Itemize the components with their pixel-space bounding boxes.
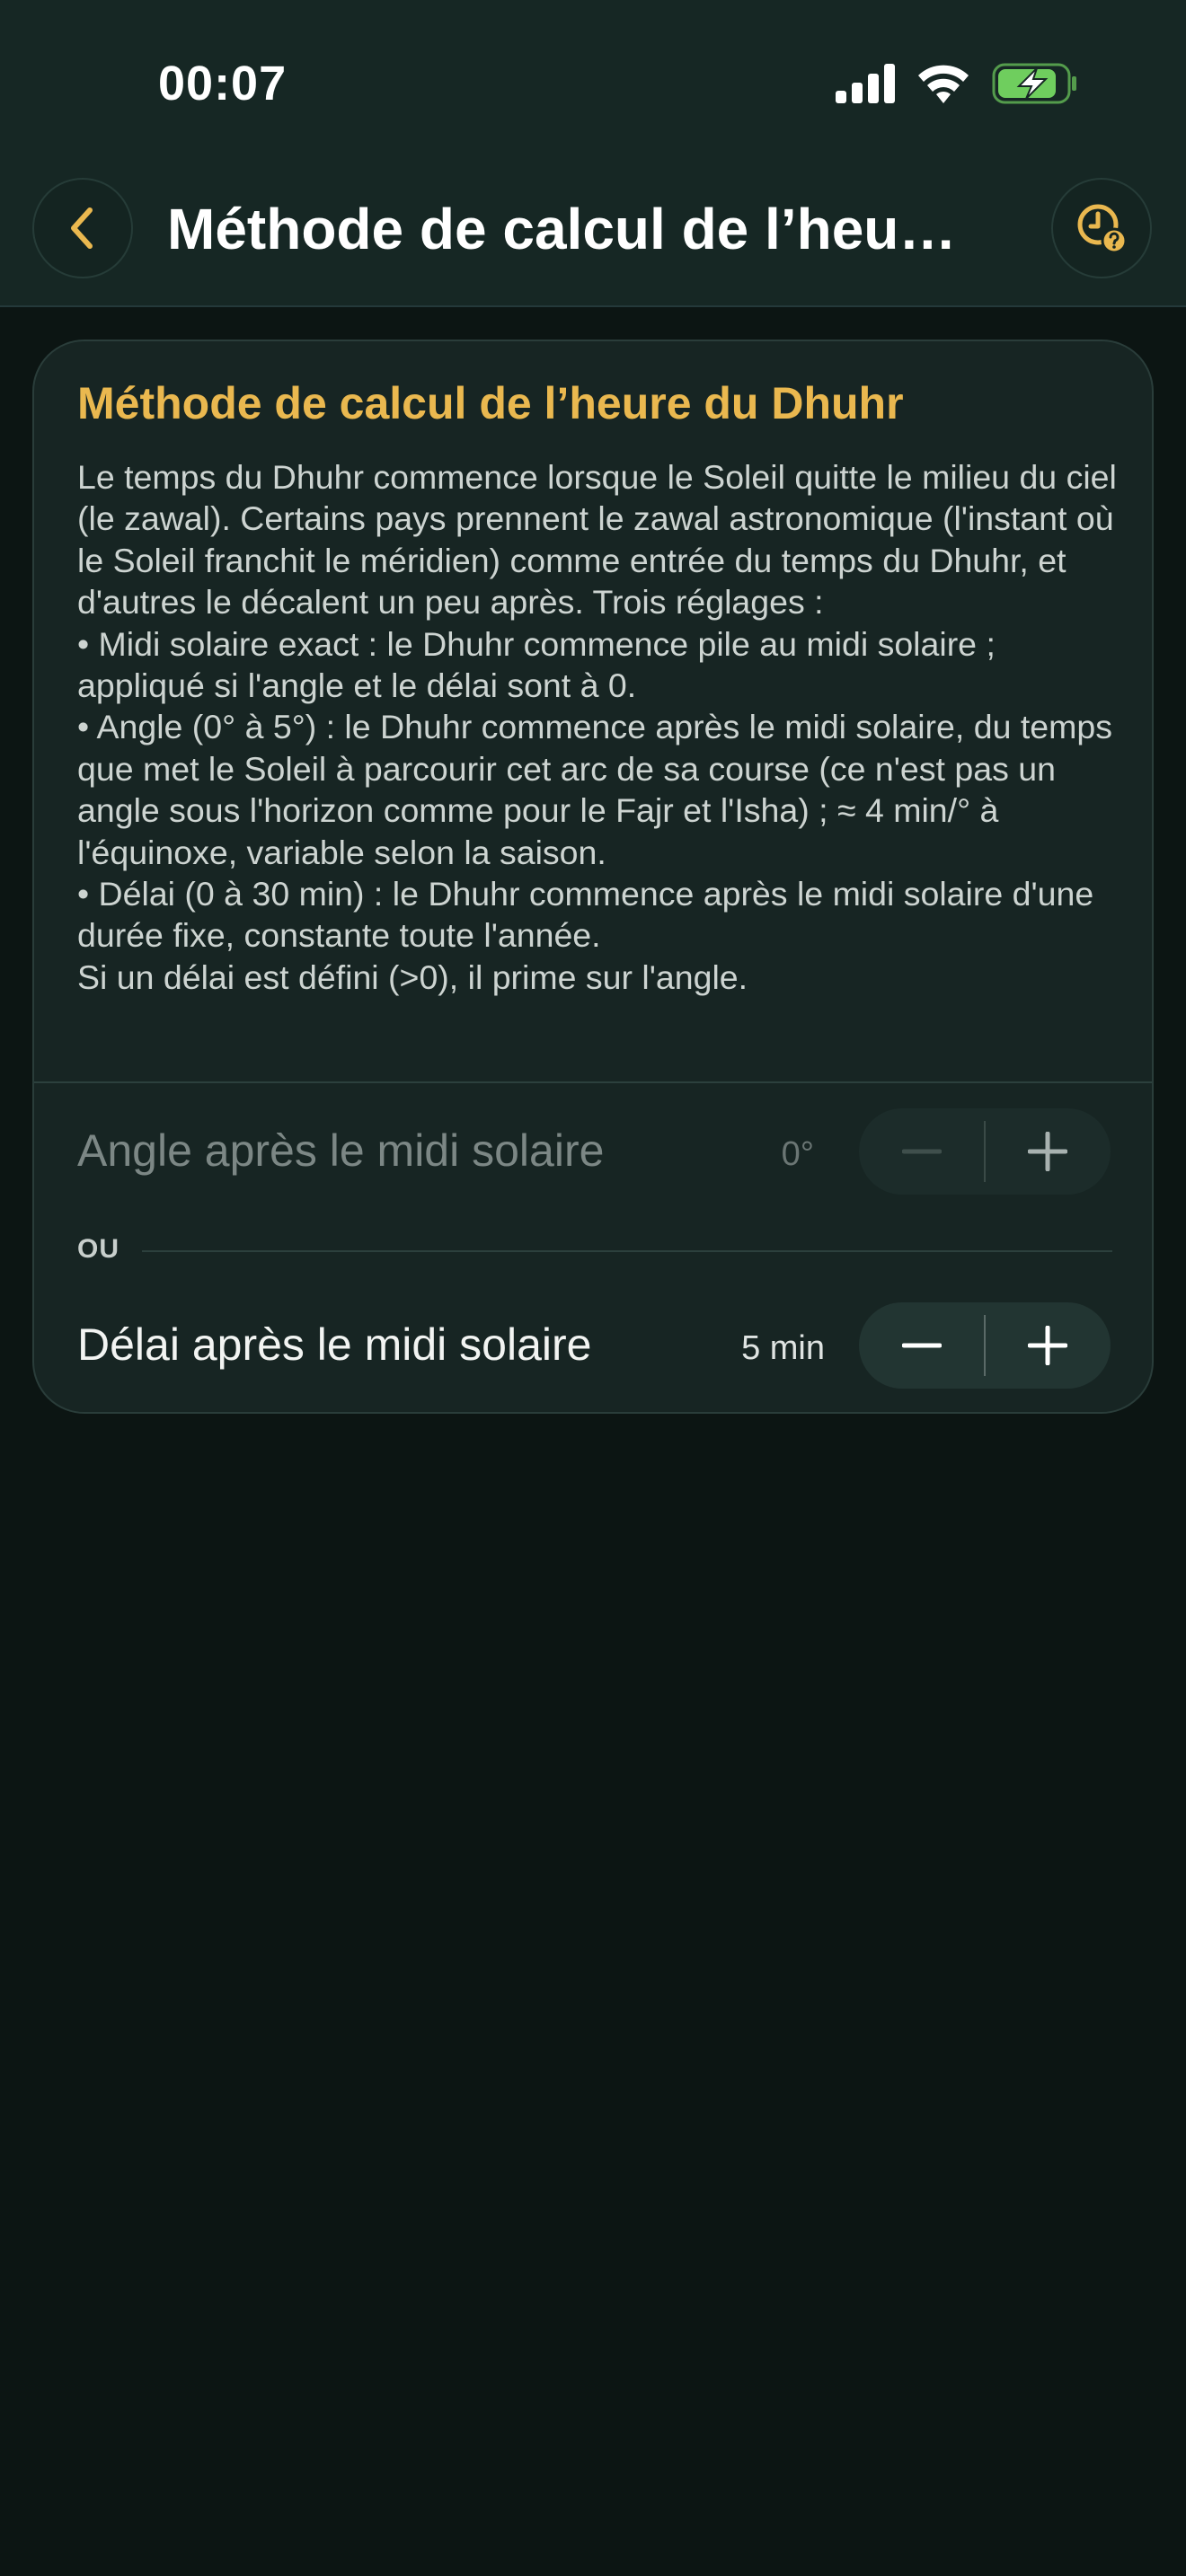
cellular-signal-icon — [836, 64, 895, 103]
angle-decrement-button[interactable] — [859, 1108, 985, 1195]
battery-charging-icon — [992, 63, 1076, 104]
stepper-separator — [984, 1121, 986, 1182]
delay-value: 5 min — [741, 1329, 825, 1367]
chevron-left-icon — [71, 207, 93, 249]
minus-icon — [902, 1149, 942, 1154]
back-button[interactable] — [32, 178, 133, 278]
page-title: Méthode de calcul de l’heure du Dhuhr — [167, 197, 976, 261]
delay-stepper[interactable] — [859, 1302, 1111, 1389]
angle-value: 0° — [735, 1135, 861, 1174]
card-title: Méthode de calcul de l’heure du Dhuhr — [77, 378, 904, 428]
card-description: Le temps du Dhuhr commence lorsque le So… — [77, 458, 1117, 996]
help-button[interactable] — [1051, 178, 1152, 278]
plus-icon — [1028, 1132, 1067, 1171]
plus-icon — [1028, 1326, 1067, 1365]
navigation-header: 00:07 Méthode de calcul de l’heure du Dh… — [0, 0, 1186, 307]
angle-stepper[interactable] — [859, 1108, 1111, 1195]
stepper-separator — [984, 1315, 986, 1376]
delay-row-label: Délai après le midi solaire — [77, 1319, 592, 1370]
angle-value-text: 0° — [781, 1135, 814, 1173]
clock-question-icon — [1077, 204, 1128, 254]
dhuhr-method-card: Méthode de calcul de l’heure du Dhuhr Le… — [32, 340, 1154, 1414]
minus-icon — [902, 1343, 942, 1348]
wifi-icon — [918, 65, 969, 103]
status-time: 00:07 — [158, 57, 288, 110]
section-divider — [34, 1081, 1152, 1083]
delay-decrement-button[interactable] — [859, 1302, 985, 1389]
delay-increment-button[interactable] — [985, 1302, 1111, 1389]
or-separator-label: OU — [77, 1234, 119, 1264]
status-icons — [836, 63, 1078, 104]
angle-increment-button[interactable] — [985, 1108, 1111, 1195]
angle-row-label: Angle après le midi solaire — [77, 1125, 605, 1176]
or-separator-line — [142, 1250, 1112, 1252]
